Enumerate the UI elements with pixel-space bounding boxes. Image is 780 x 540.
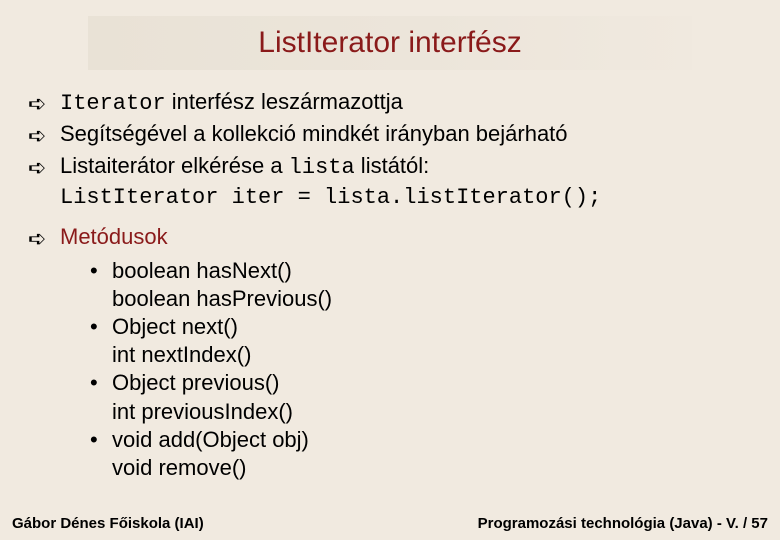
- method-line: Object next(): [112, 313, 752, 341]
- footer-left: Gábor Dénes Főiskola (IAI): [12, 515, 204, 532]
- arrow-icon: ➪: [28, 152, 60, 182]
- bullet-3-mid: listától:: [355, 153, 430, 178]
- slide-title: ListIterator interfész: [258, 26, 521, 60]
- bullet-3-pre: Listaiterátor elkérése a: [60, 153, 289, 178]
- method-line: int nextIndex(): [112, 341, 752, 369]
- arrow-icon: ➪: [28, 223, 60, 253]
- arrow-icon: ➪: [28, 88, 60, 118]
- method-line: void remove(): [112, 454, 752, 482]
- code-iterator: Iterator: [60, 91, 166, 116]
- method-item: • boolean hasNext(): [90, 257, 752, 285]
- title-band: ListIterator interfész: [88, 16, 692, 70]
- code-listiterator-line: ListIterator iter = lista.listIterator()…: [60, 185, 601, 210]
- bullet-4-text: Metódusok: [60, 223, 752, 251]
- bullet-1-text: Iterator interfész leszármazottja: [60, 88, 752, 118]
- method-line: int previousIndex(): [112, 398, 752, 426]
- code-lista: lista: [289, 155, 355, 180]
- footer-right: Programozási technológia (Java) - V. / 5…: [478, 515, 768, 532]
- bullet-4: ➪ Metódusok: [28, 223, 752, 253]
- bullet-dot-icon: •: [90, 426, 112, 454]
- bullet-dot-icon: •: [90, 313, 112, 341]
- method-line: void add(Object obj): [112, 426, 752, 454]
- arrow-icon: ➪: [28, 120, 60, 150]
- method-item: • Object next(): [90, 313, 752, 341]
- methods-list: • boolean hasNext() boolean hasPrevious(…: [90, 257, 752, 482]
- bullet-2-text: Segítségével a kollekció mindkét irányba…: [60, 120, 752, 148]
- footer: Gábor Dénes Főiskola (IAI) Programozási …: [0, 515, 780, 532]
- bullet-1: ➪ Iterator interfész leszármazottja: [28, 88, 752, 118]
- method-line: boolean hasNext(): [112, 257, 752, 285]
- method-line: Object previous(): [112, 369, 752, 397]
- slide: ListIterator interfész ➪ Iterator interf…: [0, 0, 780, 540]
- method-item: • void add(Object obj): [90, 426, 752, 454]
- bullet-3: ➪ Listaiterátor elkérése a lista listátó…: [28, 152, 752, 212]
- bullet-dot-icon: •: [90, 257, 112, 285]
- method-line: boolean hasPrevious(): [112, 285, 752, 313]
- bullet-2: ➪ Segítségével a kollekció mindkét irány…: [28, 120, 752, 150]
- method-item: • Object previous(): [90, 369, 752, 397]
- content-area: ➪ Iterator interfész leszármazottja ➪ Se…: [28, 88, 752, 482]
- bullet-1-rest: interfész leszármazottja: [166, 89, 403, 114]
- bullet-3-text: Listaiterátor elkérése a lista listától:…: [60, 152, 752, 212]
- bullet-dot-icon: •: [90, 369, 112, 397]
